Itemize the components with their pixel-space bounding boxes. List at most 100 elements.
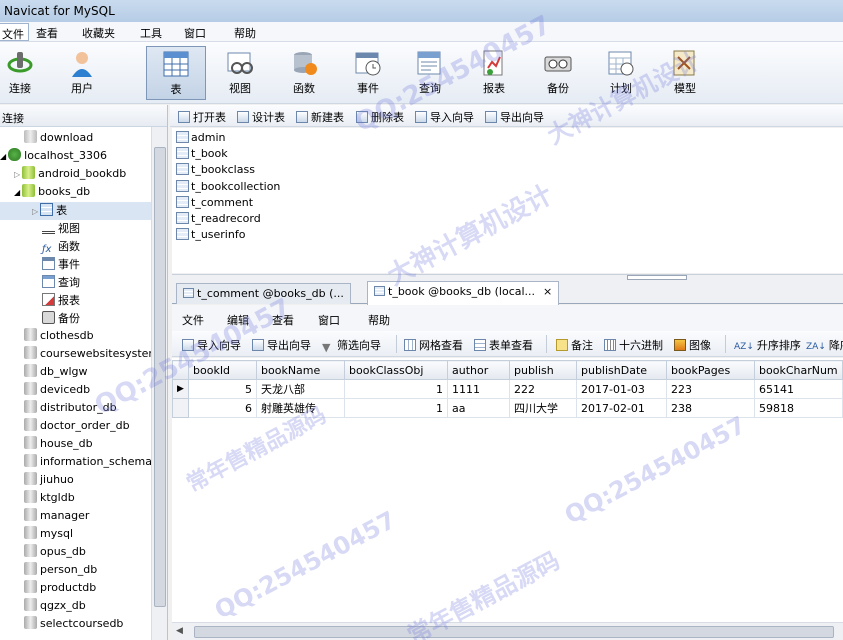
collapse-arrow-icon[interactable]: ◢ [0,152,6,161]
tree-item-download[interactable]: download [24,130,93,148]
table-list-item[interactable]: t_bookclass [176,163,255,179]
tree-item-database[interactable]: devicedb [24,382,90,400]
tree-item-database[interactable]: productdb [24,580,96,598]
menu-file[interactable]: 文件 [0,23,29,41]
scrollbar-thumb[interactable] [154,147,166,607]
column-header[interactable]: publish [509,360,577,380]
tree-item-database[interactable]: opus_db [24,544,86,562]
table-list-item[interactable]: t_userinfo [176,228,245,244]
menu-tools[interactable]: 工具 [140,25,162,41]
tree-item-database[interactable]: mysql [24,526,73,544]
open-table-button[interactable]: 打开表 [178,109,226,125]
table-list-item[interactable]: t_book [176,147,228,163]
tree-item-books-db[interactable]: ◢ books_db [14,184,90,202]
editor-menu-view[interactable]: 查看 [272,312,294,328]
collapse-arrow-icon[interactable]: ◢ [14,188,20,197]
table-cell[interactable]: aa [447,398,510,418]
table-cell[interactable]: 222 [509,379,577,399]
expand-arrow-icon[interactable]: ▷ [14,170,20,179]
tree-item-queries[interactable]: 查询 [42,274,80,292]
column-header[interactable]: bookCharNum [754,360,843,380]
expand-arrow-icon[interactable]: ▷ [32,207,38,216]
table-cell[interactable]: 6 [188,398,257,418]
menu-window[interactable]: 窗口 [184,25,206,41]
table-list-item[interactable]: t_comment [176,196,253,212]
tree-item-database[interactable]: distributor_db [24,400,117,418]
table-row[interactable]: 6 射雕英雄传 1 aa 四川大学 2017-02-01 238 59818 [172,398,843,418]
image-button[interactable]: 图像 [674,337,711,353]
tree-item-database[interactable]: selectcoursedb [24,616,123,634]
tree-item-views[interactable]: 视图 [42,220,80,238]
tree-item-tables[interactable]: ▷ 表 [0,202,151,220]
tree-item-reports[interactable]: 报表 [42,292,80,310]
menu-help[interactable]: 帮助 [234,25,256,41]
table-cell[interactable]: 1 [344,398,448,418]
tree-item-database[interactable]: clothesdb [24,328,94,346]
toolbar-report-button[interactable]: 报表 [464,46,524,100]
tree-item-database[interactable]: person_db [24,562,97,580]
tree-item-database[interactable]: jiuhuo [24,472,74,490]
close-icon[interactable]: × [543,285,552,298]
table-cell[interactable]: 2017-02-01 [576,398,667,418]
toolbar-view-button[interactable]: 视图 [210,46,270,100]
table-cell[interactable]: 2017-01-03 [576,379,667,399]
grid-horizontal-scrollbar[interactable]: ◀ [172,622,843,640]
export-wizard-button[interactable]: 导出向导 [252,337,311,353]
new-table-button[interactable]: 新建表 [296,109,344,125]
tree-item-database[interactable]: qgzx_db [24,598,86,616]
scroll-left-icon[interactable]: ◀ [176,626,183,636]
table-cell[interactable]: 天龙八部 [256,379,345,399]
tree-item-database[interactable]: house_db [24,436,93,454]
table-cell[interactable]: 四川大学 [509,398,577,418]
toolbar-model-button[interactable]: 模型 [655,46,715,100]
tree-item-backups[interactable]: 备份 [42,310,80,328]
sort-ascending-button[interactable]: AZ↓ 升序排序 [734,337,801,353]
column-header[interactable]: publishDate [576,360,667,380]
editor-menu-file[interactable]: 文件 [182,312,204,328]
table-cell[interactable]: 1 [344,379,448,399]
toolbar-connection-button[interactable]: 连接 [0,46,50,100]
tree-item-database[interactable]: db_wlgw [24,364,88,382]
toolbar-query-button[interactable]: 查询 [400,46,460,100]
editor-menu-window[interactable]: 窗口 [318,312,340,328]
toolbar-function-button[interactable]: 函数 [274,46,334,100]
grid-view-button[interactable]: 网格查看 [404,337,463,353]
table-row[interactable]: ▶ 5 天龙八部 1 1111 222 2017-01-03 223 65141 [172,379,843,399]
scrollbar-thumb[interactable] [194,626,834,638]
editor-menu-help[interactable]: 帮助 [368,312,390,328]
tree-item-functions[interactable]: ƒx 函数 [42,238,80,256]
tree-item-database[interactable]: ktgldb [24,490,75,508]
tree-item-connection[interactable]: ◢ localhost_3306 [0,148,107,166]
table-list-item[interactable]: t_readrecord [176,212,261,228]
tree-item-database[interactable]: coursewebsitesyster [24,346,153,364]
tree-scrollbar[interactable] [151,127,167,640]
export-wizard-button[interactable]: 导出向导 [485,109,544,125]
column-header[interactable]: author [447,360,510,380]
delete-table-button[interactable]: 删除表 [356,109,404,125]
menu-view[interactable]: 查看 [36,25,58,41]
table-cell[interactable]: 238 [666,398,755,418]
column-header[interactable]: bookId [188,360,257,380]
tab-t-book[interactable]: t_book @books_db (local... × [367,281,560,305]
table-cell[interactable]: 1111 [447,379,510,399]
toolbar-event-button[interactable]: 事件 [338,46,398,100]
design-table-button[interactable]: 设计表 [237,109,285,125]
toolbar-user-button[interactable]: 用户 [52,46,112,100]
table-cell[interactable]: 223 [666,379,755,399]
table-list-item[interactable]: t_bookcollection [176,180,280,196]
tree-item-database[interactable]: information_schema [24,454,152,472]
toolbar-table-button[interactable]: 表 [146,46,206,100]
editor-menu-edit[interactable]: 编辑 [227,312,249,328]
column-header[interactable]: bookClassObj [344,360,448,380]
toolbar-schedule-button[interactable]: 计划 [591,46,651,100]
tree-item-events[interactable]: 事件 [42,256,80,274]
tree-item-android-bookdb[interactable]: ▷ android_bookdb [14,166,126,184]
filter-wizard-button[interactable]: ▼ 筛选向导 [322,337,381,354]
import-wizard-button[interactable]: 导入向导 [415,109,474,125]
sort-descending-button[interactable]: ZA↓降序 [806,337,843,353]
table-cell[interactable]: 65141 [754,379,843,399]
table-list-item[interactable]: admin [176,131,225,147]
tree-item-database[interactable]: manager [24,508,89,526]
hex-button[interactable]: 十六进制 [604,337,663,353]
table-cell[interactable]: 5 [188,379,257,399]
